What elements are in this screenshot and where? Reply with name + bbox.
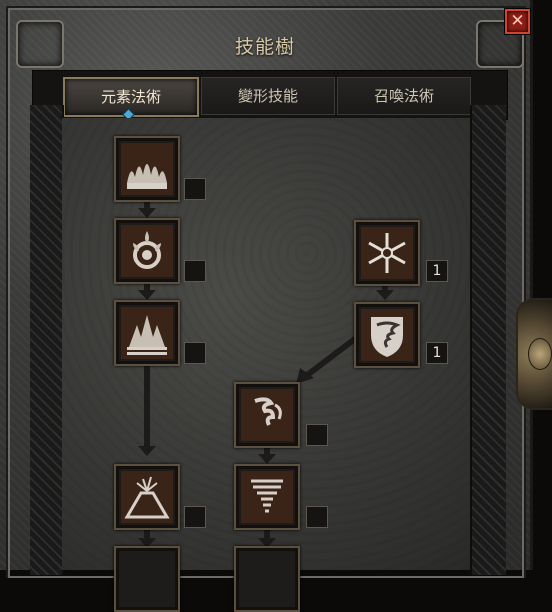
skill-tornado-shield[interactable] [354,302,420,368]
tab-transformation-skills[interactable]: 變形技能 [201,77,335,115]
skill-points-box [184,342,206,364]
window-title: 技能樹 [234,36,295,58]
ornament-handle [516,298,552,410]
tornado-shield-icon [361,309,413,361]
skill-points-box [184,178,206,200]
skill-points-box: 1 [426,260,448,282]
skill-points-box [306,424,328,446]
right-rail [470,105,506,575]
left-rail [30,105,64,575]
skill-points-box [306,506,328,528]
flame-wall-icon [121,143,173,195]
skill-points-box [184,506,206,528]
tab-bar: 元素法術 變形技能 召喚法術 [32,70,508,120]
volcano-icon [121,471,173,523]
tab-summoning-spells[interactable]: 召喚法術 [337,77,471,115]
whirlwind-icon [241,389,293,441]
connector-arrow-icon [138,208,156,218]
skill-points-box [184,260,206,282]
skill-fire-ring[interactable] [114,218,180,284]
handle-gem-icon [528,338,552,370]
skill-tornado[interactable] [234,464,300,530]
close-button[interactable]: ✕ [505,9,530,34]
close-icon: ✕ [510,11,525,31]
skill-slot-partial[interactable] [234,546,300,612]
skill-volcano[interactable] [114,464,180,530]
fire-spike-icon [121,307,173,359]
skill-frost[interactable] [354,220,420,286]
skill-tree-area: 1 1 [62,118,470,612]
connector-arrow-icon [258,454,276,464]
skill-whirlwind[interactable] [234,382,300,448]
skill-points-box: 1 [426,342,448,364]
connector-arrow-icon [138,446,156,456]
skill-flame-wall[interactable] [114,136,180,202]
connector-arrow-icon [138,290,156,300]
tornado-icon [241,471,293,523]
title-bar: 技能樹 [22,28,508,66]
connector-arrow-icon [376,290,394,300]
skill-slot-partial[interactable] [114,546,180,612]
skill-tree-window: 技能樹 元素法術 變形技能 召喚法術 1 1 [0,0,533,612]
fire-ring-icon [121,225,173,277]
skill-fire-spike[interactable] [114,300,180,366]
frost-snowflake-icon [361,227,413,279]
connector [144,364,150,448]
